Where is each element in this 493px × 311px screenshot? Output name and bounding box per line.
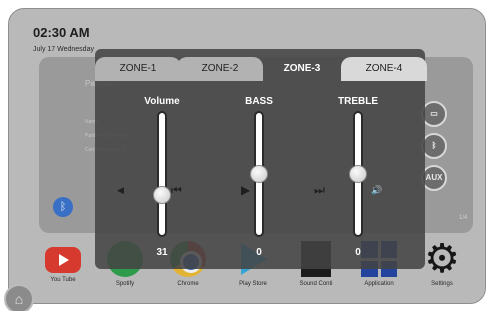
bass-label: BASS <box>245 96 273 107</box>
app-label: You Tube <box>50 277 76 283</box>
zone-tabs: ZONE-1 ZONE-2 ZONE-3 ZONE-4 <box>95 49 427 81</box>
tablet-screen: 02:30 AM July 17 Wednesday Partition1 Na… <box>8 8 486 304</box>
tab-zone-2[interactable]: ZONE-2 <box>177 57 263 81</box>
volume-slider-thumb[interactable] <box>153 185 171 204</box>
volume-label: Volume <box>144 96 180 107</box>
previous-icon[interactable]: ⏮ <box>171 183 182 198</box>
treble-label: TREBLE <box>338 96 378 107</box>
youtube-icon <box>45 247 81 273</box>
play-icon[interactable]: ▶ <box>241 183 250 197</box>
app-label: Spotify <box>115 281 135 287</box>
tab-zone-3[interactable]: ZONE-3 <box>259 57 345 81</box>
gear-icon: ⚙ <box>424 237 460 281</box>
youtube-app[interactable]: You Tube <box>34 241 92 283</box>
app-label: Application <box>364 281 394 287</box>
app-label: Settings <box>431 281 453 287</box>
treble-value: 0 <box>355 247 361 258</box>
next-icon[interactable]: ⏭ <box>314 183 325 198</box>
mute-icon[interactable]: ◀ <box>117 185 124 196</box>
zone-control-panel: ZONE-1 ZONE-2 ZONE-3 ZONE-4 Volume BASS … <box>95 49 427 269</box>
volume-value: 31 <box>156 247 168 258</box>
app-label: Sound Conti <box>299 281 333 287</box>
tab-zone-4[interactable]: ZONE-4 <box>341 57 427 81</box>
app-label: Play Store <box>239 281 267 287</box>
page-indicator: 1/4 <box>459 215 468 221</box>
app-label: Chrome <box>177 281 199 287</box>
home-button[interactable]: ⌂ <box>4 284 34 311</box>
bluetooth-icon[interactable]: ᛒ <box>53 197 73 217</box>
bass-slider-thumb[interactable] <box>250 165 268 183</box>
volume-icon[interactable]: 🔊 <box>371 185 382 196</box>
treble-slider-thumb[interactable] <box>349 165 367 183</box>
status-time: 02:30 AM <box>33 25 90 40</box>
bass-value: 0 <box>256 247 262 258</box>
tab-zone-1[interactable]: ZONE-1 <box>95 57 181 81</box>
volume-slider-track[interactable] <box>157 111 167 237</box>
status-date: July 17 Wednesday <box>33 46 94 53</box>
